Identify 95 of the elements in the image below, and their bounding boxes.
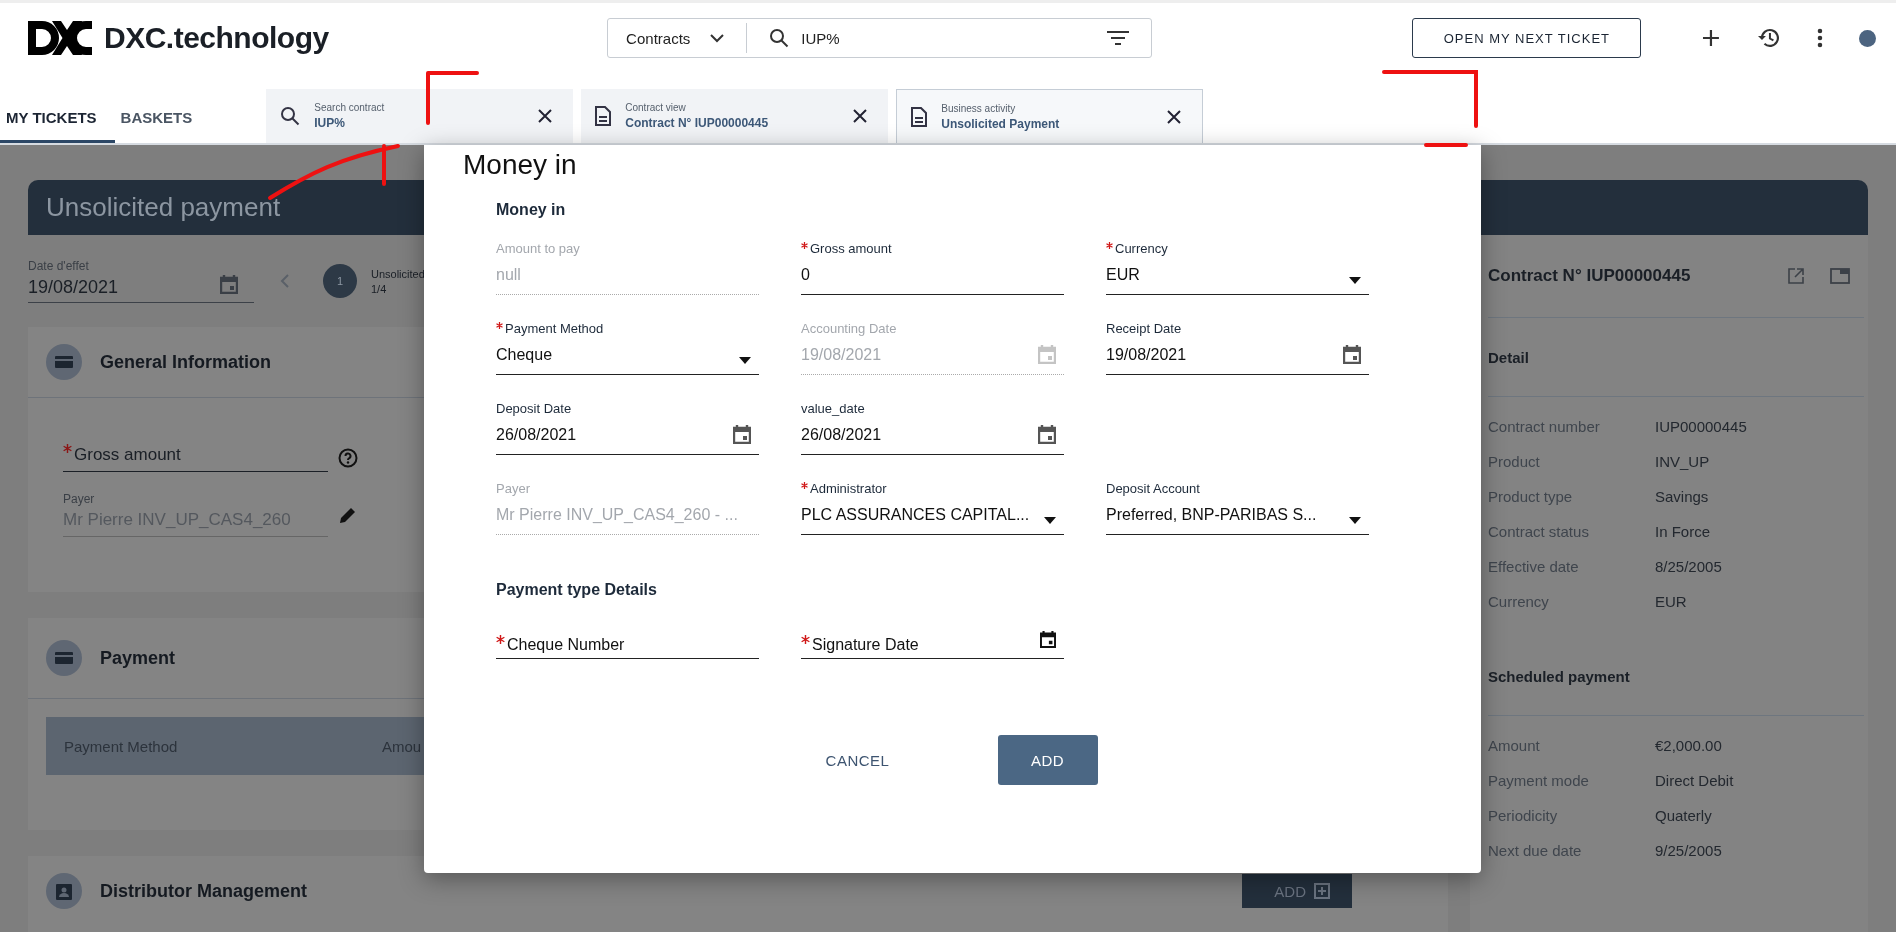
tab-title: IUP% [314, 116, 346, 130]
select-field[interactable]: Payment Method Cheque [496, 321, 759, 375]
select-field[interactable]: Administrator PLC ASSURANCES CAPITAL... [801, 481, 1064, 535]
detail-value: EUR [1655, 593, 1687, 610]
detail-label: Amount [1488, 737, 1541, 754]
input-field[interactable]: Gross amount 0 [801, 241, 1064, 295]
document-icon [595, 106, 612, 126]
scope-select[interactable]: Contracts [608, 23, 748, 53]
card-icon [46, 640, 82, 676]
document-icon [911, 106, 928, 127]
search-icon [280, 106, 301, 126]
calendar-icon [1038, 424, 1056, 444]
tab-caption: Search contract [314, 102, 386, 113]
step-number: 1 [323, 264, 357, 298]
detail-label: Effective date [1488, 558, 1580, 575]
annotation-stroke [425, 70, 481, 126]
search-icon [769, 28, 790, 48]
open-external-icon[interactable] [1788, 268, 1804, 284]
tab-title: Unsolicited Payment [941, 116, 1061, 131]
caret-icon [1349, 277, 1361, 284]
history-icon[interactable] [1757, 27, 1782, 49]
section-title: Payment [100, 647, 176, 669]
detail-value: 9/25/2005 [1655, 842, 1722, 859]
section-title: Distributor Management [100, 880, 308, 902]
contract-title: Contract N° IUP00000445 [1488, 266, 1692, 286]
caret-icon [1044, 517, 1056, 524]
detail-label: Currency [1488, 593, 1550, 610]
detail-label: Payment mode [1488, 772, 1590, 789]
calendar-icon [733, 424, 751, 444]
calendar-icon [1040, 630, 1056, 648]
detail-value: Direct Debit [1655, 772, 1734, 789]
detail-value: INV_UP [1655, 453, 1710, 470]
add-icon[interactable] [1701, 28, 1722, 48]
open-tab[interactable]: Business activity Unsolicited Payment [896, 89, 1204, 143]
contact-card-icon [46, 873, 82, 909]
gross-amount-field[interactable]: Gross amount [63, 444, 328, 472]
section-title: General Information [100, 351, 272, 373]
tab-title: Contract N° IUP00000445 [625, 116, 770, 130]
section-title: Payment type Details [496, 581, 658, 599]
open-tab[interactable]: Search contract IUP% [266, 89, 574, 143]
group-title: Scheduled payment [1488, 637, 1864, 716]
search-bar[interactable]: Contracts IUP% [607, 18, 1153, 58]
date-field[interactable]: Date d'effet 19/08/2021 [28, 259, 254, 303]
date-field[interactable]: Receipt Date 19/08/2021 [1106, 321, 1369, 375]
detail-label: Periodicity [1488, 807, 1559, 824]
detail-label: Next due date [1488, 842, 1583, 859]
date-field[interactable]: Signature Date [801, 619, 1064, 659]
tab-caption: Contract view [625, 102, 687, 113]
date-field[interactable]: value_date 26/08/2021 [801, 401, 1064, 455]
nav-tab[interactable]: BASKETS [114, 95, 211, 143]
calendar-icon [1343, 344, 1361, 364]
section-title: Money in [496, 201, 567, 219]
detail-value: Quaterly [1655, 807, 1712, 824]
help-icon[interactable] [338, 448, 358, 468]
close-icon[interactable] [852, 108, 869, 124]
nav-tab[interactable]: MY TICKETS [0, 95, 115, 143]
detail-value: In Force [1655, 523, 1711, 540]
card-icon [46, 344, 82, 380]
group-title: Detail [1488, 318, 1864, 397]
step-label: Unsolicited [371, 267, 425, 280]
page-title: Unsolicited payment [46, 192, 281, 223]
field-label: Gross amount [74, 445, 181, 464]
caret-icon [739, 357, 751, 364]
caret-icon [1349, 517, 1361, 524]
avatar[interactable] [1859, 29, 1876, 47]
window-icon[interactable] [1830, 268, 1850, 284]
detail-label: Contract status [1488, 523, 1590, 540]
open-next-ticket-button[interactable]: OPEN MY NEXT TICKET [1412, 18, 1642, 58]
dialog-title: Money in [463, 149, 578, 182]
open-tab[interactable]: Contract view Contract N° IUP00000445 [581, 89, 889, 143]
chevron-icon [710, 33, 725, 43]
detail-label: Product [1488, 453, 1541, 470]
input-field[interactable]: Cheque Number [496, 619, 759, 659]
detail-value: Savings [1655, 488, 1709, 505]
select-field[interactable]: Currency EUR [1106, 241, 1369, 295]
detail-label: Contract number [1488, 418, 1601, 435]
more-icon[interactable] [1817, 28, 1824, 48]
select-field[interactable]: Deposit Account Preferred, BNP-PARIBAS S... [1106, 481, 1369, 535]
detail-value: €2,000.00 [1655, 737, 1722, 754]
add-button[interactable]: ADD [997, 735, 1098, 785]
filter-icon[interactable] [1107, 30, 1130, 46]
calendar-icon [1038, 344, 1056, 364]
search-value: IUP% [801, 29, 841, 47]
close-icon[interactable] [1166, 108, 1183, 125]
detail-value: 8/25/2005 [1655, 558, 1722, 575]
step-count: 1/4 [371, 282, 388, 295]
calendar-icon [220, 274, 238, 294]
add-box-icon [1314, 883, 1330, 899]
date-field[interactable]: Deposit Date 26/08/2021 [496, 401, 759, 455]
detail-value: IUP00000445 [1655, 418, 1747, 435]
tab-caption: Business activity [941, 102, 1017, 114]
close-icon[interactable] [537, 108, 554, 124]
brand-name: DXC.technology [104, 21, 329, 55]
logo-icon [28, 21, 92, 55]
detail-label: Product type [1488, 488, 1574, 505]
